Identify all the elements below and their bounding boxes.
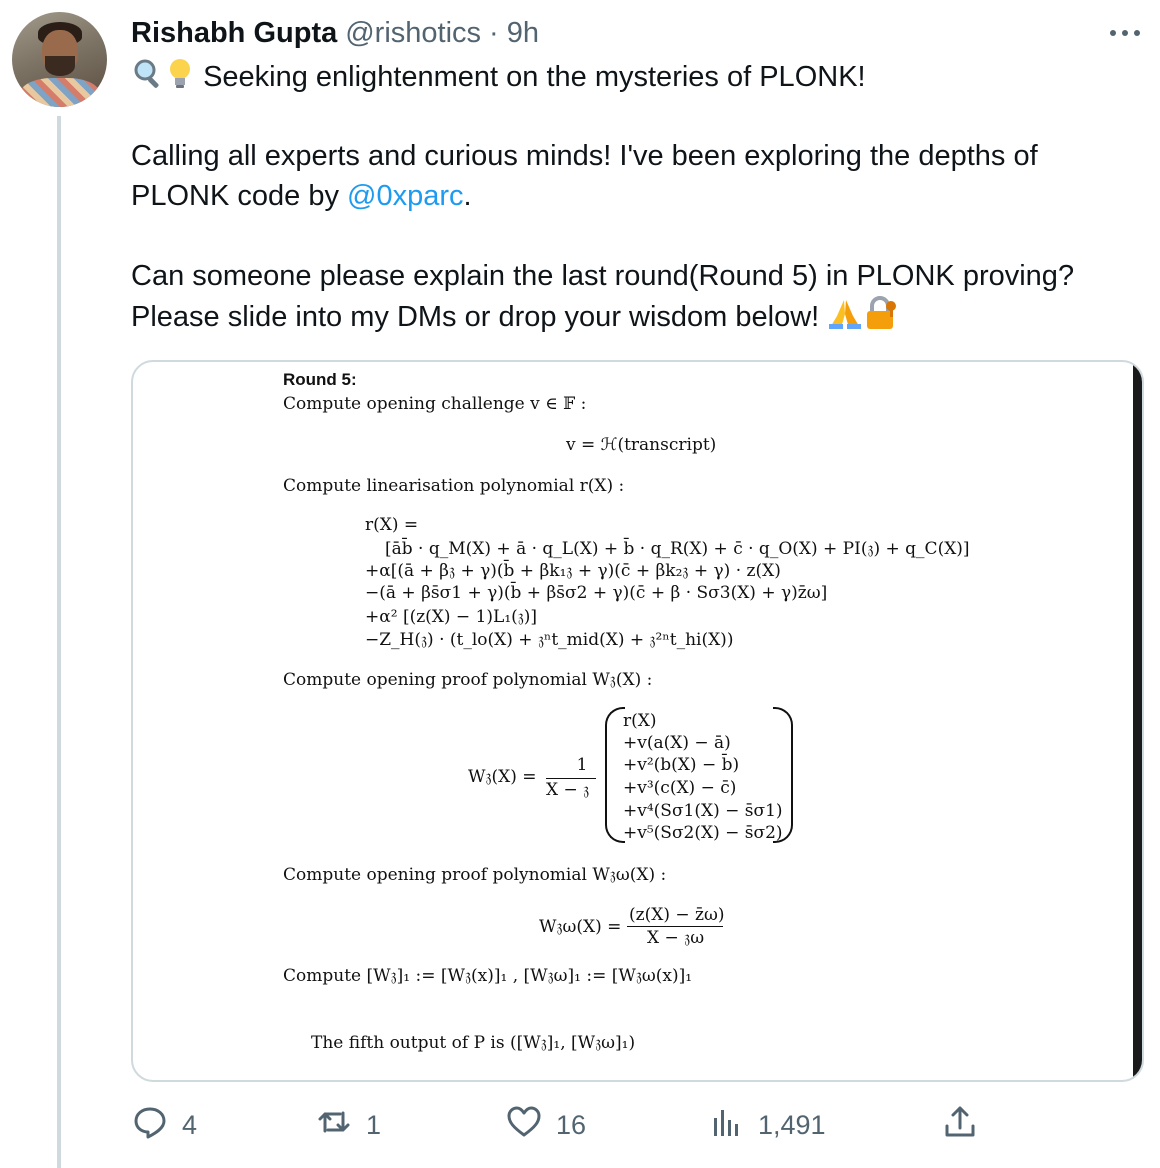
w-row-4: +v⁴(Sσ1(X) − s̄σ1)	[623, 801, 783, 821]
retweet-count: 1	[366, 1110, 382, 1140]
ww-lhs: W𝔷ω(X) =	[539, 917, 622, 937]
views-count: 1,491	[758, 1110, 826, 1140]
retweet-button[interactable]: 1	[316, 1104, 381, 1147]
like-count: 16	[556, 1110, 587, 1140]
ww-frac-num: (z(X) − z̄ω)	[629, 905, 725, 925]
w-lhs: W𝔷(X) =	[468, 767, 537, 787]
tweet-text-line-2b: PLONK code by	[131, 180, 347, 212]
fifth-output: The fifth output of P is ([W𝔷]₁, [W𝔷ω]₁)	[311, 1033, 636, 1053]
avatar-shirt	[20, 78, 100, 107]
r-eq-line-2: +α[(ā + β𝔷 + γ)(b̄ + βk₁𝔷 + γ)(c̄ + βk₂𝔷…	[365, 561, 781, 581]
tweet-header: Rishabh Gupta @rishotics · 9h	[131, 14, 539, 52]
tweet-text-line-1: Seeking enlightenment on the mysteries o…	[203, 61, 866, 94]
ww-frac-bar	[627, 926, 723, 927]
like-button[interactable]: 16	[506, 1104, 586, 1147]
author-handle[interactable]: @rishotics	[345, 14, 481, 52]
w-frac-num: 1	[576, 755, 588, 775]
r-eq-line-3: −(ā + βs̄σ1 + γ)(b̄ + βs̄σ2 + γ)(c̄ + β …	[365, 583, 828, 603]
tweet-text-line-2a: Calling all experts and curious minds! I…	[131, 140, 1038, 172]
plonk-round5-paper: Round 5: Compute opening challenge v ∈ 𝔽…	[133, 362, 1133, 1080]
image-edge-shadow	[1133, 362, 1142, 1080]
tweet-text-line-3b: Please slide into my DMs or drop your wi…	[131, 301, 820, 334]
timestamp[interactable]: 9h	[507, 14, 539, 52]
heart-icon	[506, 1104, 542, 1147]
tweet-text-line-3a: Can someone please explain the last roun…	[131, 260, 1075, 292]
light-bulb-icon	[165, 56, 195, 101]
step-opening-proof: Compute opening proof polynomial W𝔷(X) :	[283, 670, 653, 690]
avatar[interactable]	[12, 12, 107, 107]
avatar-beard	[45, 56, 75, 76]
w-row-0: r(X)	[623, 711, 657, 731]
mention-link[interactable]: @0xparc	[347, 180, 463, 212]
views-button[interactable]: 1,491	[708, 1104, 826, 1147]
author-name[interactable]: Rishabh Gupta	[131, 14, 337, 52]
r-eq-line-1: [āb̄ · q_M(X) + ā · q_L(X) + b̄ · q_R(X)…	[385, 539, 970, 559]
w-frac-den: X − 𝔷	[546, 780, 590, 800]
left-paren	[605, 707, 625, 843]
action-bar: 4 1 16 1,491	[0, 1104, 1160, 1150]
share-icon	[942, 1104, 978, 1147]
r-eq-line-5: −Z_H(𝔷) · (t_lo(X) + 𝔷ⁿt_mid(X) + 𝔷²ⁿt_h…	[365, 630, 734, 650]
w-frac-bar	[546, 778, 596, 779]
challenge-equation: v = ℋ(transcript)	[566, 435, 717, 455]
step-commitments: Compute [W𝔷]₁ := [W𝔷(x)]₁ , [W𝔷ω]₁ := [W…	[283, 966, 693, 986]
thread-line	[57, 116, 61, 1168]
step-opening-proof-omega: Compute opening proof polynomial W𝔷ω(X) …	[283, 865, 667, 885]
share-button[interactable]	[942, 1104, 978, 1147]
step-challenge: Compute opening challenge v ∈ 𝔽 :	[283, 394, 587, 414]
w-row-2: +v²(b(X) − b̄)	[623, 755, 740, 775]
views-icon	[708, 1104, 744, 1147]
w-row-5: +v⁵(Sσ2(X) − s̄σ2)	[623, 823, 783, 843]
separator-dot: ·	[489, 17, 499, 49]
folded-hands-icon	[827, 296, 863, 341]
w-row-3: +v³(c(X) − c̄)	[623, 778, 737, 798]
reply-count: 4	[182, 1110, 198, 1140]
step-linearisation: Compute linearisation polynomial r(X) :	[283, 476, 625, 496]
retweet-icon	[316, 1104, 352, 1147]
round-title: Round 5:	[283, 370, 357, 389]
r-eq-line-0: r(X) =	[365, 515, 419, 535]
reply-button[interactable]: 4	[132, 1104, 197, 1147]
magnifying-glass-icon	[131, 56, 165, 101]
reply-icon	[132, 1104, 168, 1147]
w-row-1: +v(a(X) − ā)	[623, 733, 731, 753]
tweet-line-1: Seeking enlightenment on the mysteries o…	[131, 56, 1131, 101]
more-options-icon[interactable]	[1110, 18, 1140, 48]
attached-image[interactable]: Round 5: Compute opening challenge v ∈ 𝔽…	[131, 360, 1144, 1082]
tweet-line-3: Can someone please explain the last roun…	[131, 256, 1131, 341]
tweet-line-2: Calling all experts and curious minds! I…	[131, 136, 1131, 216]
ww-frac-den: X − 𝔷ω	[647, 928, 705, 948]
lock-with-key-icon	[863, 296, 899, 341]
r-eq-line-4: +α² [(z(X) − 1)L₁(𝔷)]	[365, 607, 538, 627]
tweet-text-line-2c: .	[463, 180, 472, 212]
